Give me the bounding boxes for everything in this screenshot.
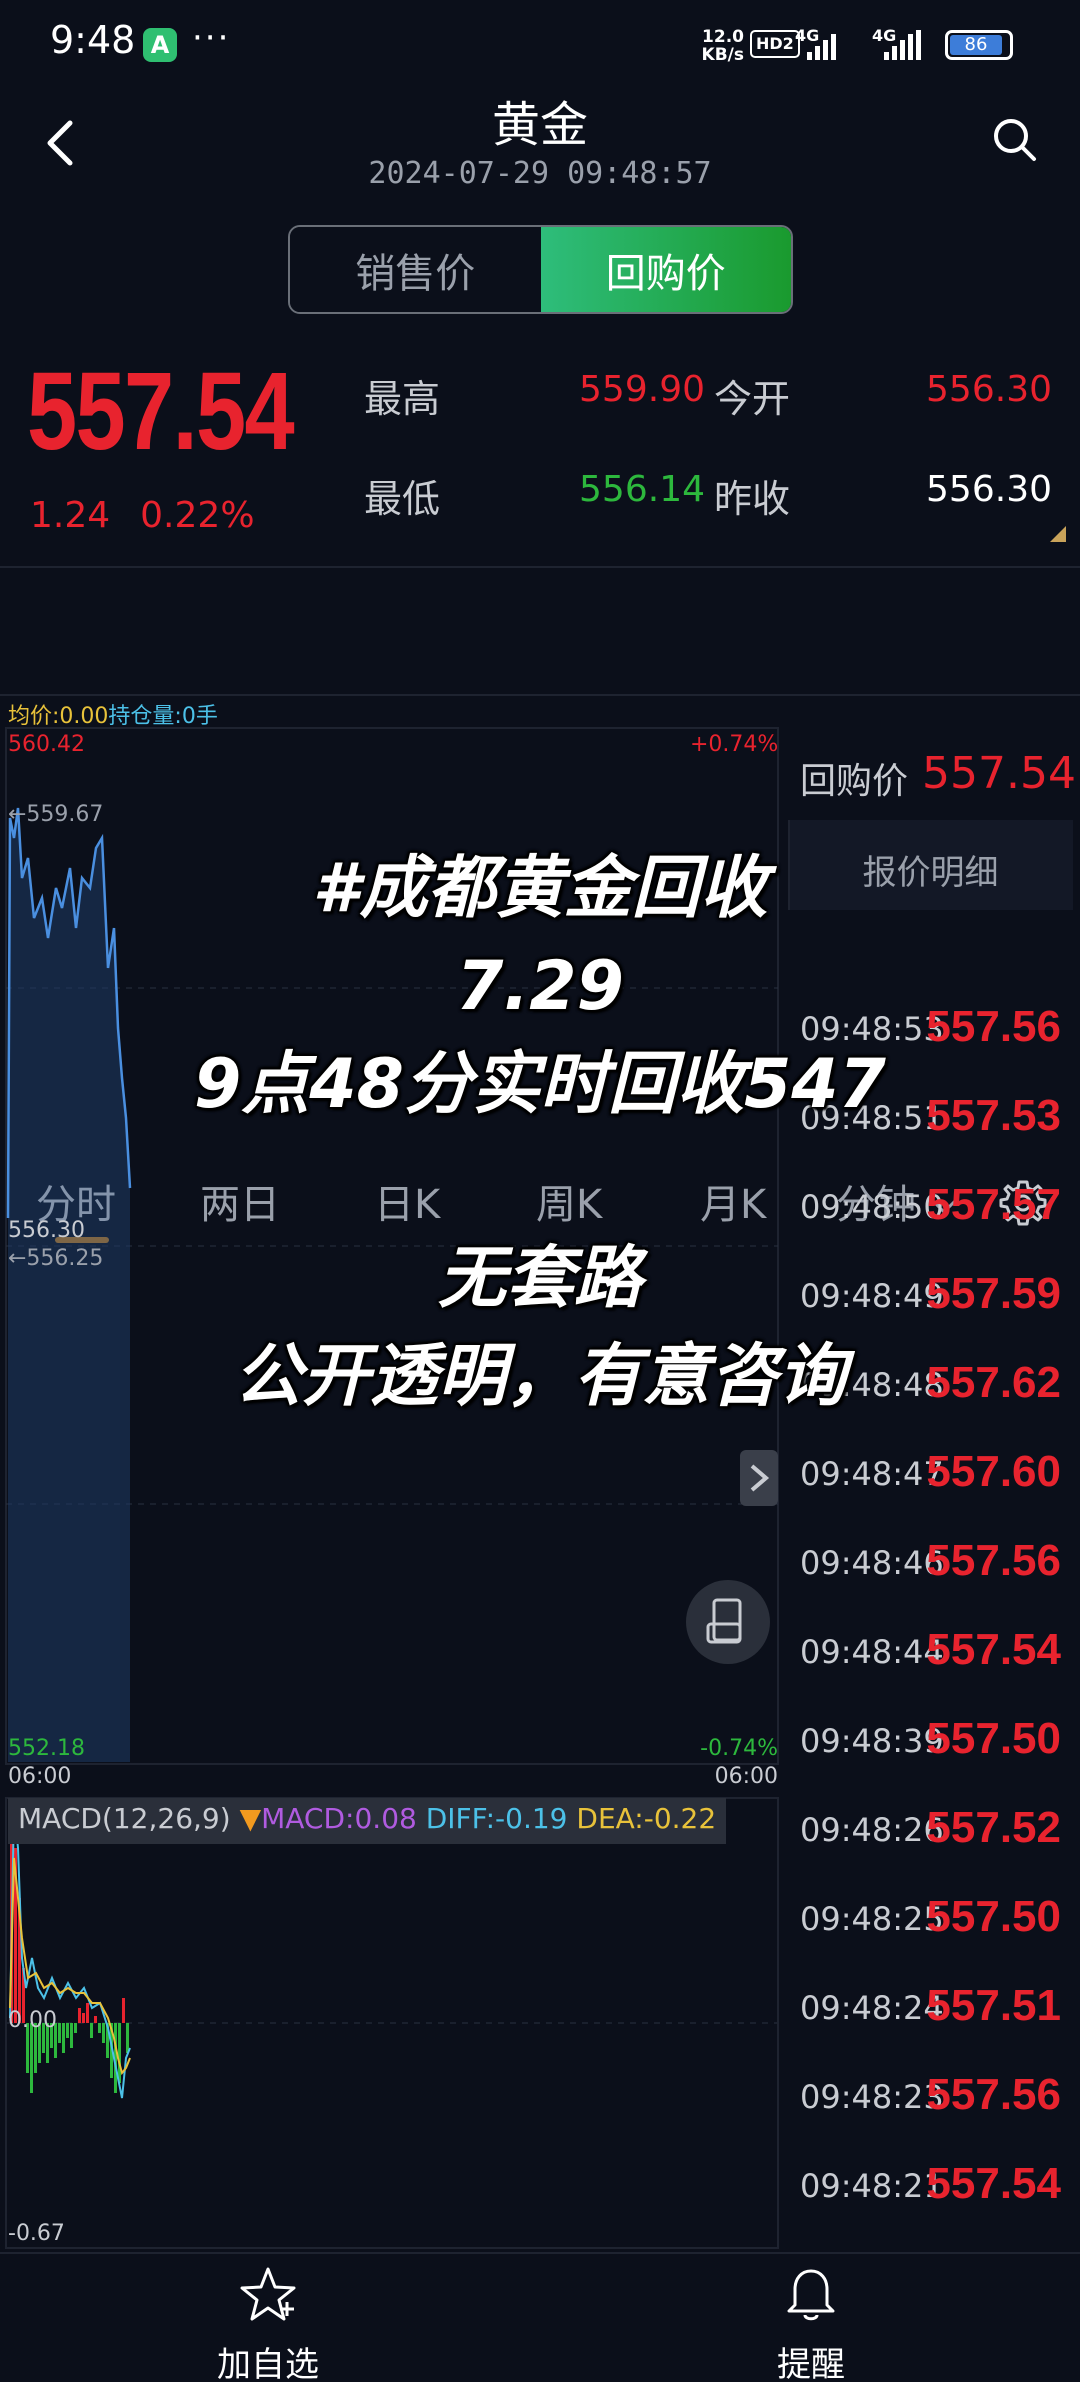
rotate-screen-icon — [706, 1598, 742, 1644]
low-value: 556.14 — [579, 469, 705, 510]
macd-name: MACD(12,26,9) — [18, 1802, 231, 1835]
high-marker: ←559.67 — [8, 802, 104, 827]
list-item: 09:48:25 557.50 — [800, 1892, 1061, 1941]
buyback-label: 回购价 — [800, 761, 909, 802]
current-price: 557.54 — [27, 350, 295, 473]
promo-overlay-text: #成都黄金回收 7.29 9点48分实时回收547 无套路 公开透明，有意咨询 — [0, 840, 1080, 1426]
overlay-line-5: 公开透明，有意咨询 — [233, 1337, 846, 1416]
add-watchlist-button[interactable]: 加自选 — [168, 2265, 368, 2382]
prev-close-value: 556.30 — [926, 469, 1052, 510]
bell-icon — [787, 2269, 835, 2321]
status-time: 9:48 — [50, 18, 136, 62]
app-notification-icon: A — [143, 28, 177, 62]
macd-value: MACD:0.08 — [261, 1802, 417, 1835]
avg-price-label: 均价:0.00 — [8, 704, 109, 729]
page-title: 黄金 — [491, 97, 588, 153]
list-item: 09:48:44 557.54 — [800, 1625, 1061, 1674]
list-item: 09:48:23 557.56 — [800, 2070, 1061, 2119]
divider — [0, 566, 1080, 568]
list-item: 09:48:46 557.56 — [800, 1536, 1061, 1585]
overlay-line-3: 9点48分实时回收547 — [194, 1045, 886, 1124]
hd-icon: HD2 — [750, 30, 800, 58]
alert-button[interactable]: 提醒 — [711, 2265, 911, 2382]
change-percent: 0.22% — [140, 495, 255, 536]
more-notifications-icon: ··· — [192, 18, 231, 58]
buyback-price-tab[interactable]: 回购价 — [540, 227, 791, 312]
list-item: 09:48:39 557.50 — [800, 1714, 1061, 1763]
status-bar: 9:48 A ··· 12.0 KB/s HD2 4G 4G 86 — [0, 0, 1080, 90]
high-value: 559.90 — [579, 369, 705, 410]
x-axis-end: 06:00 — [714, 1764, 778, 1789]
prev-close-label: 昨收 — [714, 477, 791, 521]
star-plus-icon — [240, 2267, 296, 2321]
quote-timestamp: 2024-07-29 09:48:57 — [368, 156, 712, 191]
buyback-value: 557.54 — [922, 748, 1076, 799]
period-tabs: 分时 两日 日K 周K 月K 分钟 — [0, 572, 1080, 1243]
rotate-screen-button[interactable] — [686, 1580, 770, 1664]
sell-price-tab[interactable]: 销售价 — [290, 227, 541, 312]
search-button[interactable] — [990, 115, 1040, 165]
chevron-right-icon — [750, 1464, 770, 1492]
list-item: 09:48:47 557.60 — [800, 1447, 1061, 1496]
divider — [0, 694, 1080, 696]
net-speed-value: 12.0 — [702, 27, 744, 47]
price-type-toggle: 销售价 回购价 — [288, 225, 793, 314]
dropdown-triangle-icon: ▼ — [239, 1802, 262, 1835]
open-label: 今开 — [714, 377, 791, 421]
list-item: 09:48:26 557.52 — [800, 1803, 1061, 1852]
macd-min-label: -0.67 — [8, 2221, 65, 2246]
add-watchlist-label: 加自选 — [217, 2345, 319, 2382]
expand-panel-button[interactable] — [740, 1450, 778, 1506]
net-speed-unit: KB/s — [701, 45, 744, 65]
bottom-bar — [0, 2252, 1080, 2382]
battery-level: 86 — [950, 35, 1002, 55]
alert-label: 提醒 — [777, 2345, 845, 2382]
diff-value: DIFF:-0.19 — [425, 1802, 568, 1835]
corner-triangle-icon — [1050, 526, 1066, 542]
dea-value: DEA:-0.22 — [576, 1802, 717, 1835]
net-speed: 12.0 KB/s — [692, 28, 744, 64]
search-icon — [994, 119, 1036, 161]
overlay-line-1: #成都黄金回收 — [312, 849, 768, 928]
y-axis-bottom: 552.18 — [8, 1736, 85, 1761]
macd-zero-label: 0.00 — [8, 2008, 57, 2033]
low-label: 最低 — [364, 477, 441, 521]
list-item: 09:48:21 557.54 — [800, 2159, 1061, 2208]
macd-legend[interactable]: MACD(12,26,9) ▼MACD:0.08 DIFF:-0.19 DEA:… — [8, 1798, 727, 1844]
x-axis-start: 06:00 — [8, 1764, 72, 1789]
overlay-line-2: 7.29 — [456, 947, 624, 1026]
high-label: 最高 — [364, 377, 441, 421]
chart-legend: 均价:0.00持仓量:0手 — [8, 698, 218, 730]
y-axis-top: 560.42 — [8, 732, 85, 757]
open-value: 556.30 — [926, 369, 1052, 410]
pct-axis-bottom: -0.74% — [700, 1736, 778, 1761]
list-item: 09:48:24 557.51 — [800, 1981, 1061, 2030]
macd-bars — [10, 1808, 129, 2093]
change-value: 1.24 — [30, 495, 111, 536]
position-label: 持仓量:0手 — [108, 704, 218, 729]
pct-axis-top: +0.74% — [690, 732, 779, 757]
price-change: 1.24 0.22% — [30, 495, 255, 536]
overlay-line-4: 无套路 — [437, 1239, 642, 1318]
